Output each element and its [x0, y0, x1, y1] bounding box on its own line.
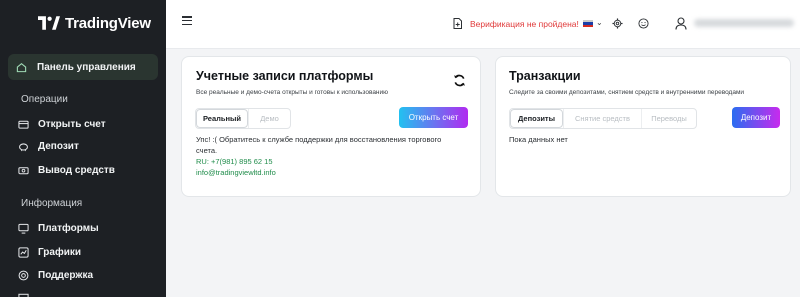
brand-logo[interactable]: TradingView	[38, 14, 151, 32]
open-account-button[interactable]: Открыть счет	[399, 107, 468, 128]
tab-withdrawals[interactable]: Снятие средств	[563, 109, 641, 128]
sidebar-item-open-account[interactable]: Открыть счет	[18, 116, 106, 132]
sidebar-item-support[interactable]: Поддержка	[18, 267, 93, 283]
sidebar-item-label: Открыть счет	[38, 118, 106, 130]
tab-deposits[interactable]: Депозиты	[510, 109, 563, 128]
support-phone[interactable]: RU: +7(981) 895 62 15	[196, 156, 273, 167]
card-subtitle: Следите за своими депозитами, снятием ср…	[509, 89, 745, 96]
sidebar-item-label: Панель управления	[37, 61, 136, 73]
card-subtitle: Все реальные и демо-счета открыты и гото…	[196, 89, 389, 96]
transaction-type-tabs: Депозиты Снятие средств Переводы	[509, 108, 697, 129]
tab-transfers[interactable]: Переводы	[641, 109, 696, 128]
cash-icon	[18, 165, 29, 176]
sidebar-item-label: Графики	[38, 246, 82, 258]
brand-name: TradingView	[65, 14, 151, 32]
sidebar-item-deposit[interactable]: Депозит	[18, 138, 79, 154]
tradingview-logo-icon	[38, 16, 60, 30]
mail-icon	[18, 292, 29, 297]
gear-icon[interactable]	[612, 18, 623, 29]
chart-icon	[18, 246, 29, 258]
sidebar-item-charts[interactable]: Графики	[18, 244, 81, 260]
chevron-down-icon[interactable]: ⌄	[596, 18, 603, 27]
account-type-tabs: Реальный Демо	[195, 108, 291, 129]
sidebar-section-title: Операции	[21, 94, 68, 105]
sidebar-item-withdraw[interactable]: Вывод средств	[18, 162, 115, 178]
empty-state-text: Пока данных нет	[509, 135, 568, 144]
sidebar-item-platforms[interactable]: Платформы	[18, 220, 99, 236]
deposit-button[interactable]: Депозит	[732, 107, 780, 128]
sidebar-item-dashboard[interactable]: Панель управления	[8, 54, 158, 80]
monitor-icon	[18, 223, 29, 234]
sidebar-section-title: Информация	[21, 198, 83, 209]
sidebar: TradingView Панель управления Операции О…	[0, 0, 166, 297]
sidebar-item-label: Поддержка	[38, 269, 94, 281]
sidebar-item-label: Депозит	[38, 140, 79, 152]
support-message: Упс! :( Обратитесь к службе поддержки дл…	[196, 135, 442, 155]
document-plus-icon	[453, 18, 462, 29]
russia-flag-icon[interactable]	[583, 20, 593, 27]
verification-warning: Верификация не пройдена!	[470, 18, 579, 29]
menu-icon[interactable]	[182, 16, 192, 25]
home-icon	[16, 62, 27, 73]
piggy-bank-icon	[18, 141, 29, 152]
tab-demo[interactable]: Демо	[248, 109, 290, 128]
transactions-card: Транзакции Следите за своими депозитами,…	[495, 56, 791, 197]
support-email[interactable]: info@tradingviewltd.info	[196, 167, 276, 178]
card-title: Транзакции	[509, 69, 581, 83]
sidebar-item-partial[interactable]	[18, 289, 29, 297]
tab-real[interactable]: Реальный	[196, 109, 248, 128]
top-header: Верификация не пройдена! ⌄	[166, 0, 800, 49]
support-icon	[18, 270, 29, 281]
refresh-icon[interactable]	[453, 74, 466, 87]
sidebar-item-label: Вывод средств	[38, 164, 115, 176]
smiley-icon[interactable]	[638, 18, 649, 29]
card-title: Учетные записи платформы	[196, 69, 374, 83]
verification-status[interactable]: Верификация не пройдена!	[453, 18, 579, 29]
user-name-blurred[interactable]	[694, 19, 794, 27]
wallet-icon	[18, 119, 29, 130]
sidebar-item-label: Платформы	[38, 222, 99, 234]
platform-accounts-card: Учетные записи платформы Все реальные и …	[181, 56, 481, 197]
user-icon[interactable]	[675, 17, 687, 30]
